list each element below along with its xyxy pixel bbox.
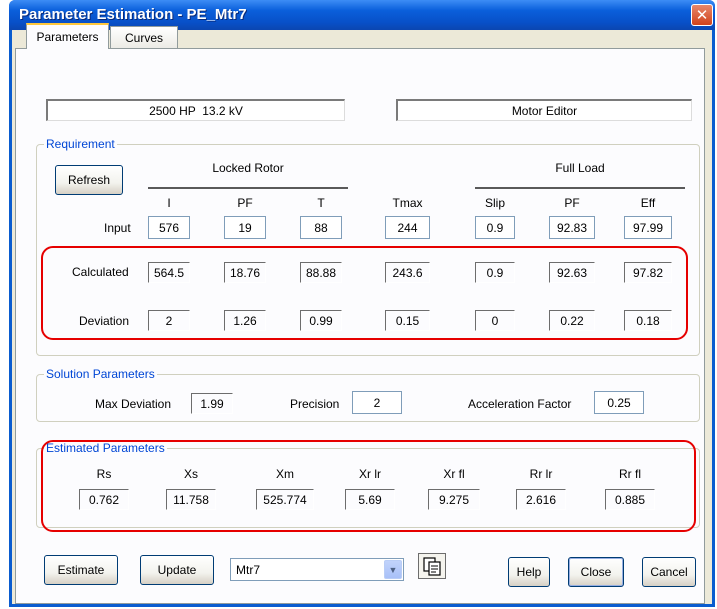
input-fl-pf[interactable]: 92.83 bbox=[549, 216, 595, 239]
est-value-xs: 11.758 bbox=[166, 489, 216, 510]
calculated-slip: 0.9 bbox=[475, 262, 515, 283]
col-header-slip: Slip bbox=[484, 196, 505, 210]
calculated-fl-pf: 92.63 bbox=[549, 262, 595, 283]
calculated-t: 88.88 bbox=[300, 262, 342, 283]
precision-label: Precision bbox=[290, 397, 340, 411]
est-value-xr-fl: 9.275 bbox=[428, 489, 480, 510]
motor-select-value: Mtr7 bbox=[236, 562, 260, 577]
estimate-button[interactable]: Estimate bbox=[44, 555, 118, 585]
col-header-i: I bbox=[167, 196, 171, 210]
acceleration-factor-label: Acceleration Factor bbox=[468, 397, 572, 411]
window-title: Parameter Estimation - PE_Mtr7 bbox=[19, 6, 247, 23]
deviation-t: 0.99 bbox=[300, 310, 342, 331]
input-slip[interactable]: 0.9 bbox=[475, 216, 515, 239]
calculated-i: 564.5 bbox=[148, 262, 190, 283]
est-header-rr-fl: Rr fl bbox=[619, 467, 641, 481]
precision-input[interactable]: 2 bbox=[352, 391, 402, 414]
calculated-pf: 18.76 bbox=[224, 262, 266, 283]
est-header-xs: Xs bbox=[183, 467, 198, 481]
editor-name-display: Motor Editor bbox=[396, 99, 692, 121]
close-button[interactable]: Close bbox=[568, 557, 624, 587]
est-value-xr-lr: 5.69 bbox=[345, 489, 395, 510]
input-pf[interactable]: 19 bbox=[224, 216, 266, 239]
input-tmax[interactable]: 244 bbox=[385, 216, 430, 239]
est-value-rr-lr: 2.616 bbox=[516, 489, 566, 510]
help-button[interactable]: Help bbox=[508, 557, 550, 587]
col-header-eff: Eff bbox=[640, 196, 656, 210]
max-deviation-value: 1.99 bbox=[191, 393, 233, 414]
refresh-button[interactable]: Refresh bbox=[55, 165, 123, 195]
est-value-rs: 0.762 bbox=[79, 489, 129, 510]
input-row-label: Input bbox=[104, 221, 131, 235]
tab-curves[interactable]: Curves bbox=[110, 26, 178, 48]
col-header-fl-pf: PF bbox=[564, 196, 580, 210]
locked-rotor-header: Locked Rotor bbox=[212, 161, 284, 175]
deviation-i: 2 bbox=[148, 310, 190, 331]
copy-document-icon bbox=[423, 557, 441, 576]
calculated-row-label: Calculated bbox=[72, 265, 129, 279]
est-header-xr-fl: Xr fl bbox=[443, 467, 465, 481]
calculated-eff: 97.82 bbox=[624, 262, 672, 283]
est-header-rr-lr: Rr lr bbox=[529, 467, 553, 481]
motor-rating-display: 2500 HP 13.2 kV bbox=[46, 99, 345, 121]
tab-parameters[interactable]: Parameters bbox=[26, 23, 109, 49]
col-header-pf: PF bbox=[237, 196, 253, 210]
close-icon[interactable]: ✕ bbox=[691, 4, 713, 26]
requirement-group-label: Requirement bbox=[44, 137, 117, 151]
chevron-down-icon[interactable]: ▼ bbox=[384, 560, 402, 579]
deviation-pf: 1.26 bbox=[224, 310, 266, 331]
col-header-tmax: Tmax bbox=[392, 196, 423, 210]
locked-rotor-rule bbox=[148, 187, 348, 189]
full-load-rule bbox=[475, 187, 685, 189]
calculated-tmax: 243.6 bbox=[385, 262, 430, 283]
est-header-xm: Xm bbox=[276, 467, 294, 481]
deviation-tmax: 0.15 bbox=[385, 310, 430, 331]
motor-select[interactable]: Mtr7 ▼ bbox=[230, 558, 404, 581]
est-header-rs: Rs bbox=[96, 467, 112, 481]
est-value-xm: 525.774 bbox=[256, 489, 314, 510]
est-header-xr-lr: Xr lr bbox=[359, 467, 381, 481]
copy-report-button[interactable] bbox=[418, 553, 446, 579]
requirement-group bbox=[36, 144, 700, 356]
estimated-parameters-label: Estimated Parameters bbox=[44, 441, 167, 455]
deviation-row-label: Deviation bbox=[79, 314, 130, 328]
solution-parameters-label: Solution Parameters bbox=[44, 367, 157, 381]
deviation-eff: 0.18 bbox=[624, 310, 672, 331]
input-t[interactable]: 88 bbox=[300, 216, 342, 239]
input-eff[interactable]: 97.99 bbox=[624, 216, 672, 239]
deviation-slip: 0 bbox=[475, 310, 515, 331]
col-header-t: T bbox=[317, 196, 325, 210]
deviation-fl-pf: 0.22 bbox=[549, 310, 595, 331]
acceleration-factor-input[interactable]: 0.25 bbox=[594, 391, 644, 414]
cancel-button[interactable]: Cancel bbox=[642, 557, 696, 587]
est-value-rr-fl: 0.885 bbox=[605, 489, 655, 510]
update-button[interactable]: Update bbox=[140, 555, 214, 585]
input-i[interactable]: 576 bbox=[148, 216, 190, 239]
full-load-header: Full Load bbox=[555, 161, 605, 175]
max-deviation-label: Max Deviation bbox=[95, 397, 172, 411]
estimated-parameters-group bbox=[36, 448, 700, 528]
